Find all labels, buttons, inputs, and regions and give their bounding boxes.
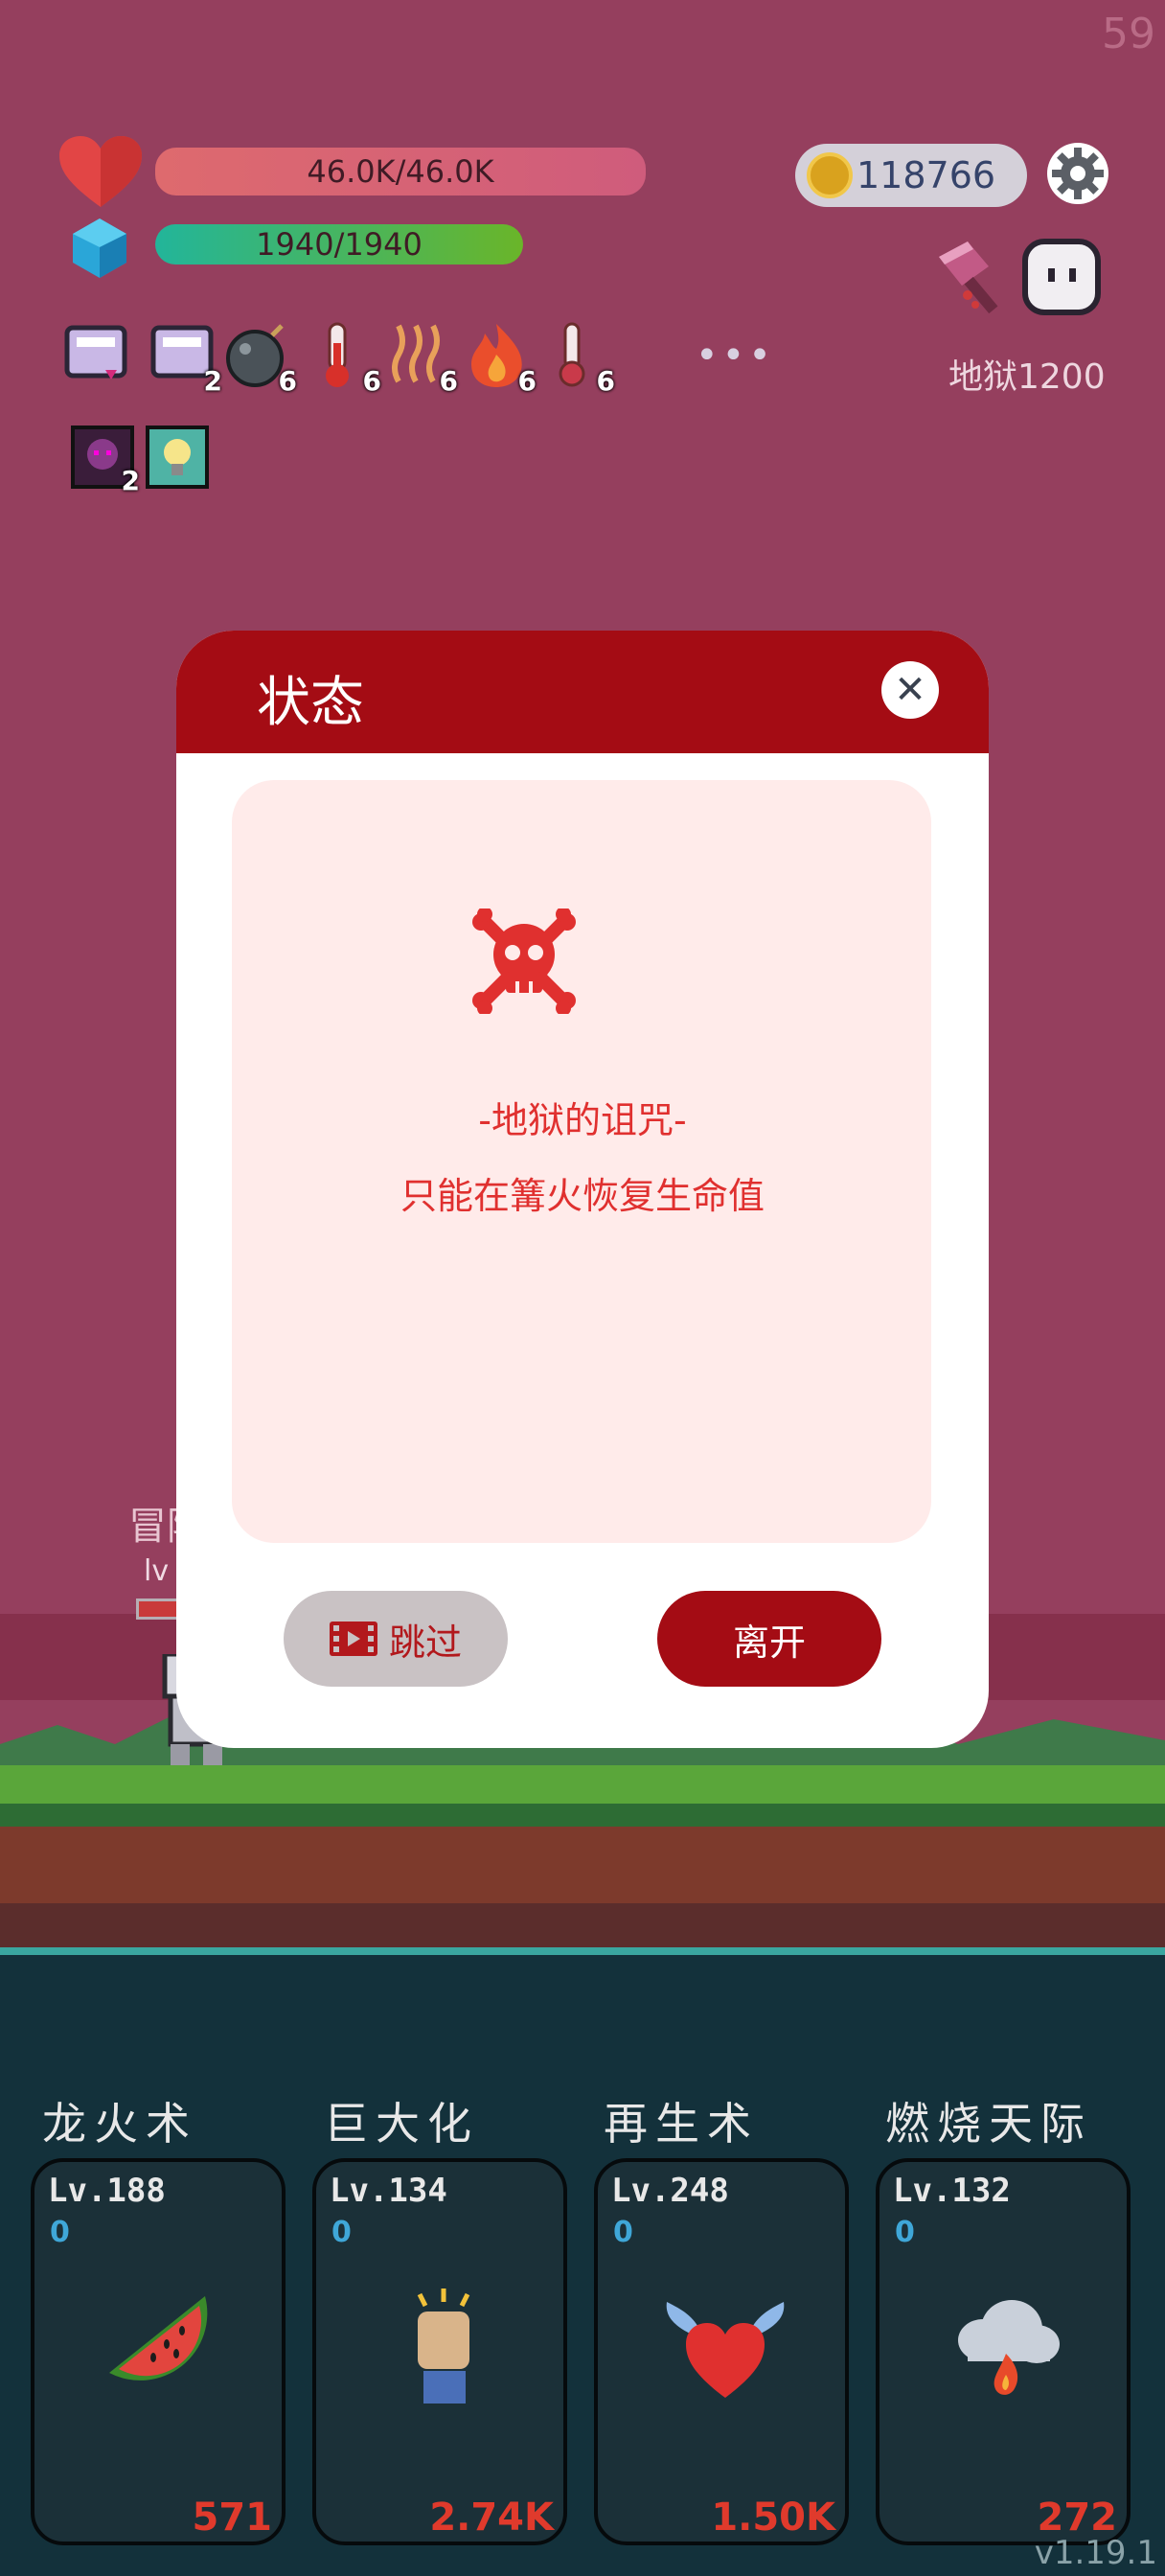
skill-level: Lv.248	[611, 2172, 729, 2210]
dialog-title: 状态	[257, 672, 364, 734]
skill-points: 0	[331, 2216, 352, 2249]
skill-points: 0	[613, 2216, 633, 2249]
scroll-buff[interactable]	[63, 320, 130, 389]
heat-wave-buff[interactable]: 6	[385, 320, 458, 397]
fist-icon	[417, 2288, 470, 2404]
lightbulb-icon	[146, 426, 209, 489]
fps-counter: 59	[1102, 10, 1155, 58]
skill-cost: 1.50K	[711, 2496, 835, 2540]
monster-card-buff[interactable]: 2	[71, 426, 140, 496]
coin-icon	[807, 152, 853, 198]
ground-dirt	[0, 1827, 1165, 1903]
ground-dirt-dark	[0, 1903, 1165, 1947]
curse-description: 只能在篝火恢复生命值	[400, 1175, 765, 1217]
skill-level: Lv.134	[330, 2172, 447, 2210]
skip-label: 跳过	[388, 1621, 462, 1664]
coin-counter: 118766	[795, 144, 1027, 207]
water-surface	[0, 1947, 1165, 1955]
coin-value: 118766	[857, 154, 996, 196]
close-button[interactable]: ✕	[881, 661, 939, 719]
ghost-pet-icon[interactable]	[1021, 238, 1102, 316]
hp-bar: 46.0K/46.0K	[155, 148, 646, 196]
health-heart-icon	[59, 136, 142, 207]
curse-title: -地狱的诅咒-	[478, 1099, 687, 1141]
skill-name-dragon-fire: 龙火术	[42, 2098, 197, 2150]
mana-gem-icon	[73, 218, 126, 278]
skill-cost: 571	[192, 2496, 273, 2540]
flame-buff[interactable]: 6	[464, 320, 537, 397]
skill-card-giant[interactable]: Lv.134 0 2.74K	[312, 2158, 567, 2545]
video-icon	[329, 1622, 377, 1656]
watermelon-icon	[109, 2296, 208, 2380]
leave-button[interactable]: 离开	[657, 1591, 881, 1687]
skill-level: Lv.188	[48, 2172, 166, 2210]
skill-level: Lv.132	[893, 2172, 1011, 2210]
close-icon: ✕	[894, 668, 926, 712]
skull-crossbones-icon	[472, 908, 576, 1014]
cold-thermometer-buff[interactable]: 6	[542, 320, 615, 397]
lightbulb-buff[interactable]	[146, 426, 209, 489]
settings-gear-icon[interactable]	[1046, 142, 1109, 205]
mp-bar: 1940/1940	[155, 224, 523, 264]
status-panel	[232, 780, 931, 1543]
skill-card-dragon-fire[interactable]: Lv.188 0 571	[31, 2158, 286, 2545]
ground-grass-shadow	[0, 1804, 1165, 1827]
winged-heart-icon	[666, 2302, 785, 2398]
skill-points: 0	[50, 2216, 70, 2249]
skill-name-regen: 再生术	[604, 2098, 759, 2150]
hp-text: 46.0K/46.0K	[307, 153, 494, 190]
skill-card-burning-sky[interactable]: Lv.132 0 272	[876, 2158, 1131, 2545]
status-dialog: 状态 ✕ -地狱的诅咒- 只能在篝火恢复生命值 跳过 离开	[176, 631, 989, 1748]
more-buffs-button[interactable]: •••	[696, 334, 775, 378]
hell-level-label: 地狱1200	[948, 357, 1106, 397]
skill-card-regen[interactable]: Lv.248 0 1.50K	[594, 2158, 849, 2545]
mp-text: 1940/1940	[256, 226, 423, 263]
leave-label: 离开	[732, 1621, 806, 1664]
fire-cloud-icon	[958, 2300, 1060, 2395]
thermometer-buff[interactable]: 6	[308, 320, 381, 397]
scroll-buff-2[interactable]: 2	[149, 320, 222, 397]
skill-cost: 2.74K	[429, 2496, 554, 2540]
skill-name-giant: 巨大化	[324, 2098, 479, 2150]
npc-level: lv	[144, 1554, 170, 1588]
cleaver-icon[interactable]	[929, 238, 1017, 316]
skill-name-burning-sky: 燃烧天际	[885, 2098, 1092, 2150]
bomb-buff[interactable]: 6	[224, 320, 297, 397]
scroll-icon	[64, 325, 127, 380]
version-label: v1.19.1	[1034, 2534, 1157, 2572]
skip-ad-button[interactable]: 跳过	[284, 1591, 508, 1687]
skill-points: 0	[895, 2216, 915, 2249]
